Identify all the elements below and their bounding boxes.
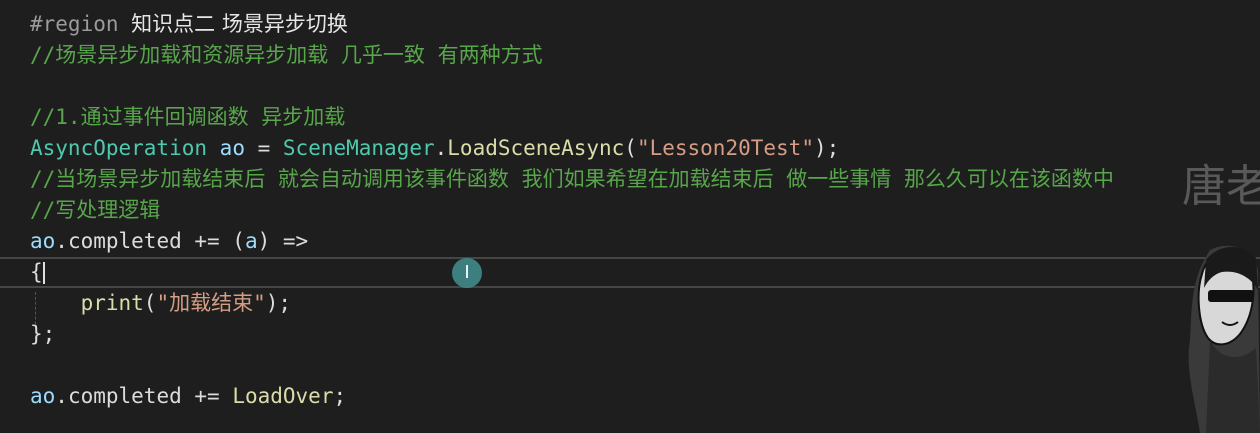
code-line-comment-2[interactable]: //1.通过事件回调函数 异步加载 [30, 102, 345, 133]
member-completed: .completed [55, 229, 182, 253]
string-argument: "加载结束" [156, 291, 266, 315]
code-line-completed-lambda[interactable]: ao.completed += (a) => [30, 226, 308, 257]
code-editor[interactable]: #region 知识点二 场景异步切换 //场景异步加载和资源异步加载 几乎一致… [0, 0, 1260, 433]
paren-close: ); [265, 291, 292, 315]
i-beam-icon: I [464, 262, 470, 283]
code-line-comment-4[interactable]: //写处理逻辑 [30, 195, 160, 226]
semicolon: ; [333, 384, 347, 408]
code-line-load-scene[interactable]: AsyncOperation ao = SceneManager.LoadSce… [30, 133, 839, 164]
code-line-comment-3[interactable]: //当场景异步加载结束后 就会自动调用该事件函数 我们如果希望在加载结束后 做一… [30, 164, 1114, 195]
method-print: print [80, 291, 144, 315]
variable-ao: ao [30, 384, 56, 408]
code-line-brace-close[interactable]: }; [30, 319, 55, 350]
code-line-comment-1[interactable]: //场景异步加载和资源异步加载 几乎一致 有两种方式 [30, 40, 543, 71]
paren-close: ); [813, 136, 840, 160]
text-caret [43, 262, 45, 284]
add-assign-operator: += ( [181, 229, 245, 253]
add-assign-operator: += [181, 384, 233, 408]
current-line-highlight [0, 257, 1260, 288]
watermark-text: 唐老 [1182, 161, 1260, 212]
code-line-completed-method[interactable]: ao.completed += LoadOver; [30, 381, 346, 412]
dot: . [434, 136, 448, 160]
lambda-param: a [244, 229, 258, 253]
paren-open: ( [143, 291, 157, 315]
code-line-region[interactable]: #region 知识点二 场景异步切换 [30, 9, 348, 40]
region-title: 知识点二 场景异步切换 [131, 12, 348, 36]
variable-ao: ao [219, 136, 245, 160]
string-argument: "Lesson20Test" [636, 136, 814, 160]
handler-load-over: LoadOver [232, 384, 334, 408]
presenter-avatar [1188, 245, 1260, 433]
paren-open: ( [624, 136, 637, 160]
method-load-scene-async: LoadSceneAsync [447, 136, 625, 160]
member-completed: .completed [55, 384, 182, 408]
lambda-arrow: ) => [257, 229, 309, 253]
region-keyword: #region [30, 12, 119, 36]
type-async-operation: AsyncOperation [30, 136, 208, 160]
code-line-brace-open[interactable]: { [30, 257, 43, 288]
variable-ao: ao [30, 229, 56, 253]
code-line-print[interactable]: print("加载结束"); [30, 288, 291, 319]
class-scene-manager: SceneManager [282, 136, 435, 160]
assign-operator: = [244, 136, 283, 160]
